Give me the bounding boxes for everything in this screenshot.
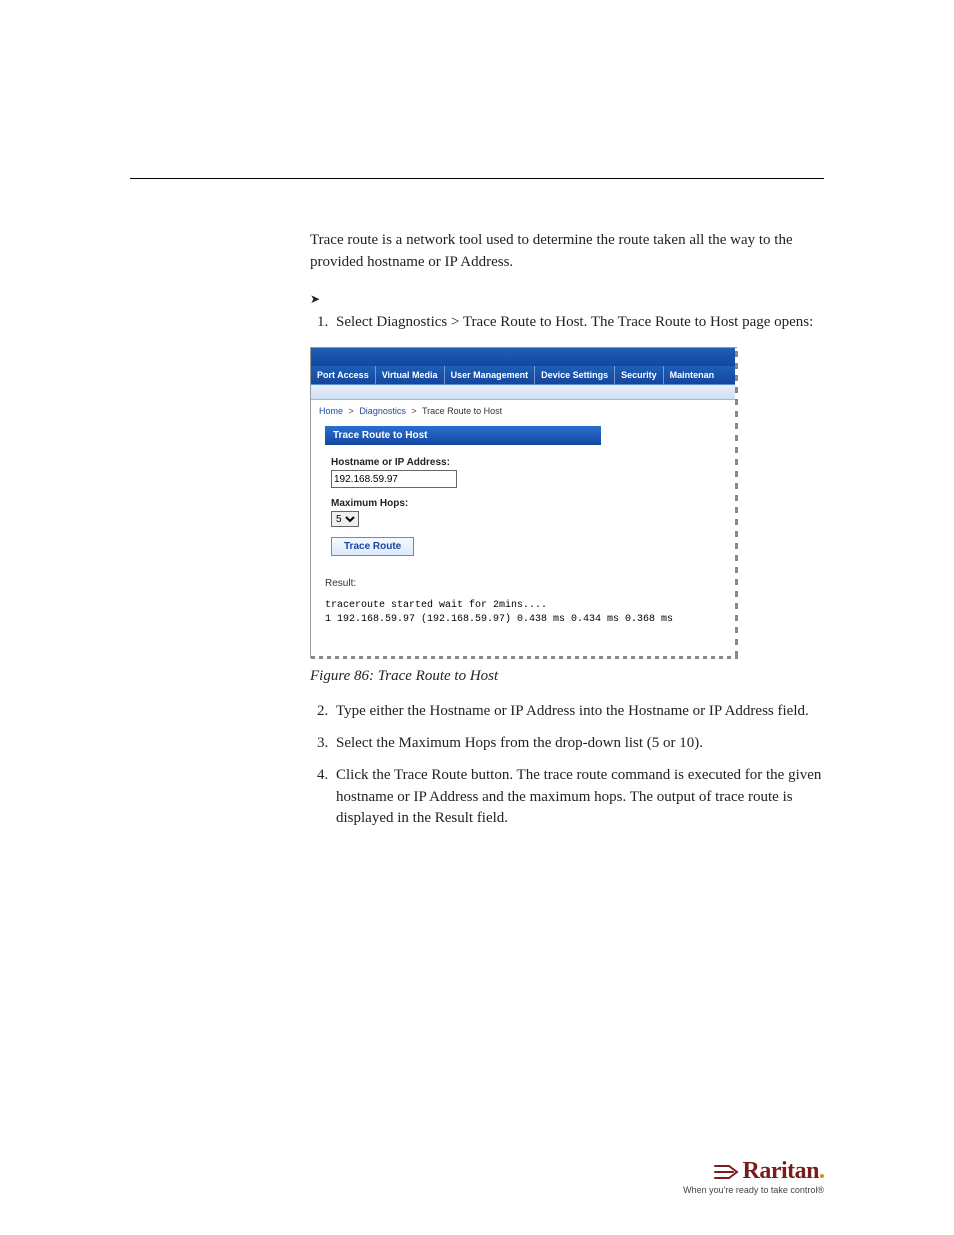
brand-name: Raritan — [743, 1158, 825, 1185]
step-4: Click the Trace Route button. The trace … — [332, 765, 824, 830]
tab-user-mgmt[interactable]: User Management — [444, 366, 535, 384]
step-1: Select Diagnostics > Trace Route to Host… — [332, 312, 824, 334]
step-2: Type either the Hostname or IP Address i… — [332, 701, 824, 723]
maxhops-label: Maximum Hops: — [331, 498, 716, 509]
footer-logo: Raritan When you're ready to take contro… — [683, 1158, 824, 1195]
hostname-label: Hostname or IP Address: — [331, 457, 716, 468]
intro-paragraph: Trace route is a network tool used to de… — [310, 230, 824, 274]
main-tabs: Port Access Virtual Media User Managemen… — [311, 366, 736, 384]
result-output: traceroute started wait for 2mins.... 1 … — [325, 599, 722, 627]
step-list-b: Type either the Hostname or IP Address i… — [310, 701, 824, 830]
raritan-logo-icon — [713, 1162, 739, 1182]
panel-title: Trace Route to Host — [325, 426, 601, 445]
procedure-bullet: ➤ — [310, 292, 824, 306]
crumb-home[interactable]: Home — [319, 406, 343, 416]
torn-edge — [311, 656, 738, 659]
maxhops-select[interactable]: 5 — [331, 511, 359, 527]
torn-edge — [735, 348, 738, 657]
brand-tagline: When you're ready to take control® — [683, 1185, 824, 1195]
crumb-diagnostics[interactable]: Diagnostics — [359, 406, 406, 416]
crumb-current: Trace Route to Host — [422, 406, 502, 416]
figure-caption: Figure 86: Trace Route to Host — [310, 668, 824, 685]
result-label: Result: — [325, 578, 722, 589]
tab-port-access[interactable]: Port Access — [311, 366, 375, 384]
tab-virtual-media[interactable]: Virtual Media — [375, 366, 444, 384]
sub-toolbar — [311, 384, 736, 400]
step-list-a: Select Diagnostics > Trace Route to Host… — [310, 312, 824, 334]
step-3: Select the Maximum Hops from the drop-do… — [332, 733, 824, 755]
title-bar — [311, 348, 736, 366]
trace-route-button[interactable]: Trace Route — [331, 537, 414, 556]
tab-security[interactable]: Security — [614, 366, 663, 384]
hostname-input[interactable] — [331, 470, 457, 488]
tab-maintenance[interactable]: Maintenan — [663, 366, 721, 384]
tab-device[interactable]: Device Settings — [534, 366, 614, 384]
app-screenshot: Port Access Virtual Media User Managemen… — [310, 347, 737, 658]
breadcrumb: Home > Diagnostics > Trace Route to Host — [311, 400, 736, 426]
